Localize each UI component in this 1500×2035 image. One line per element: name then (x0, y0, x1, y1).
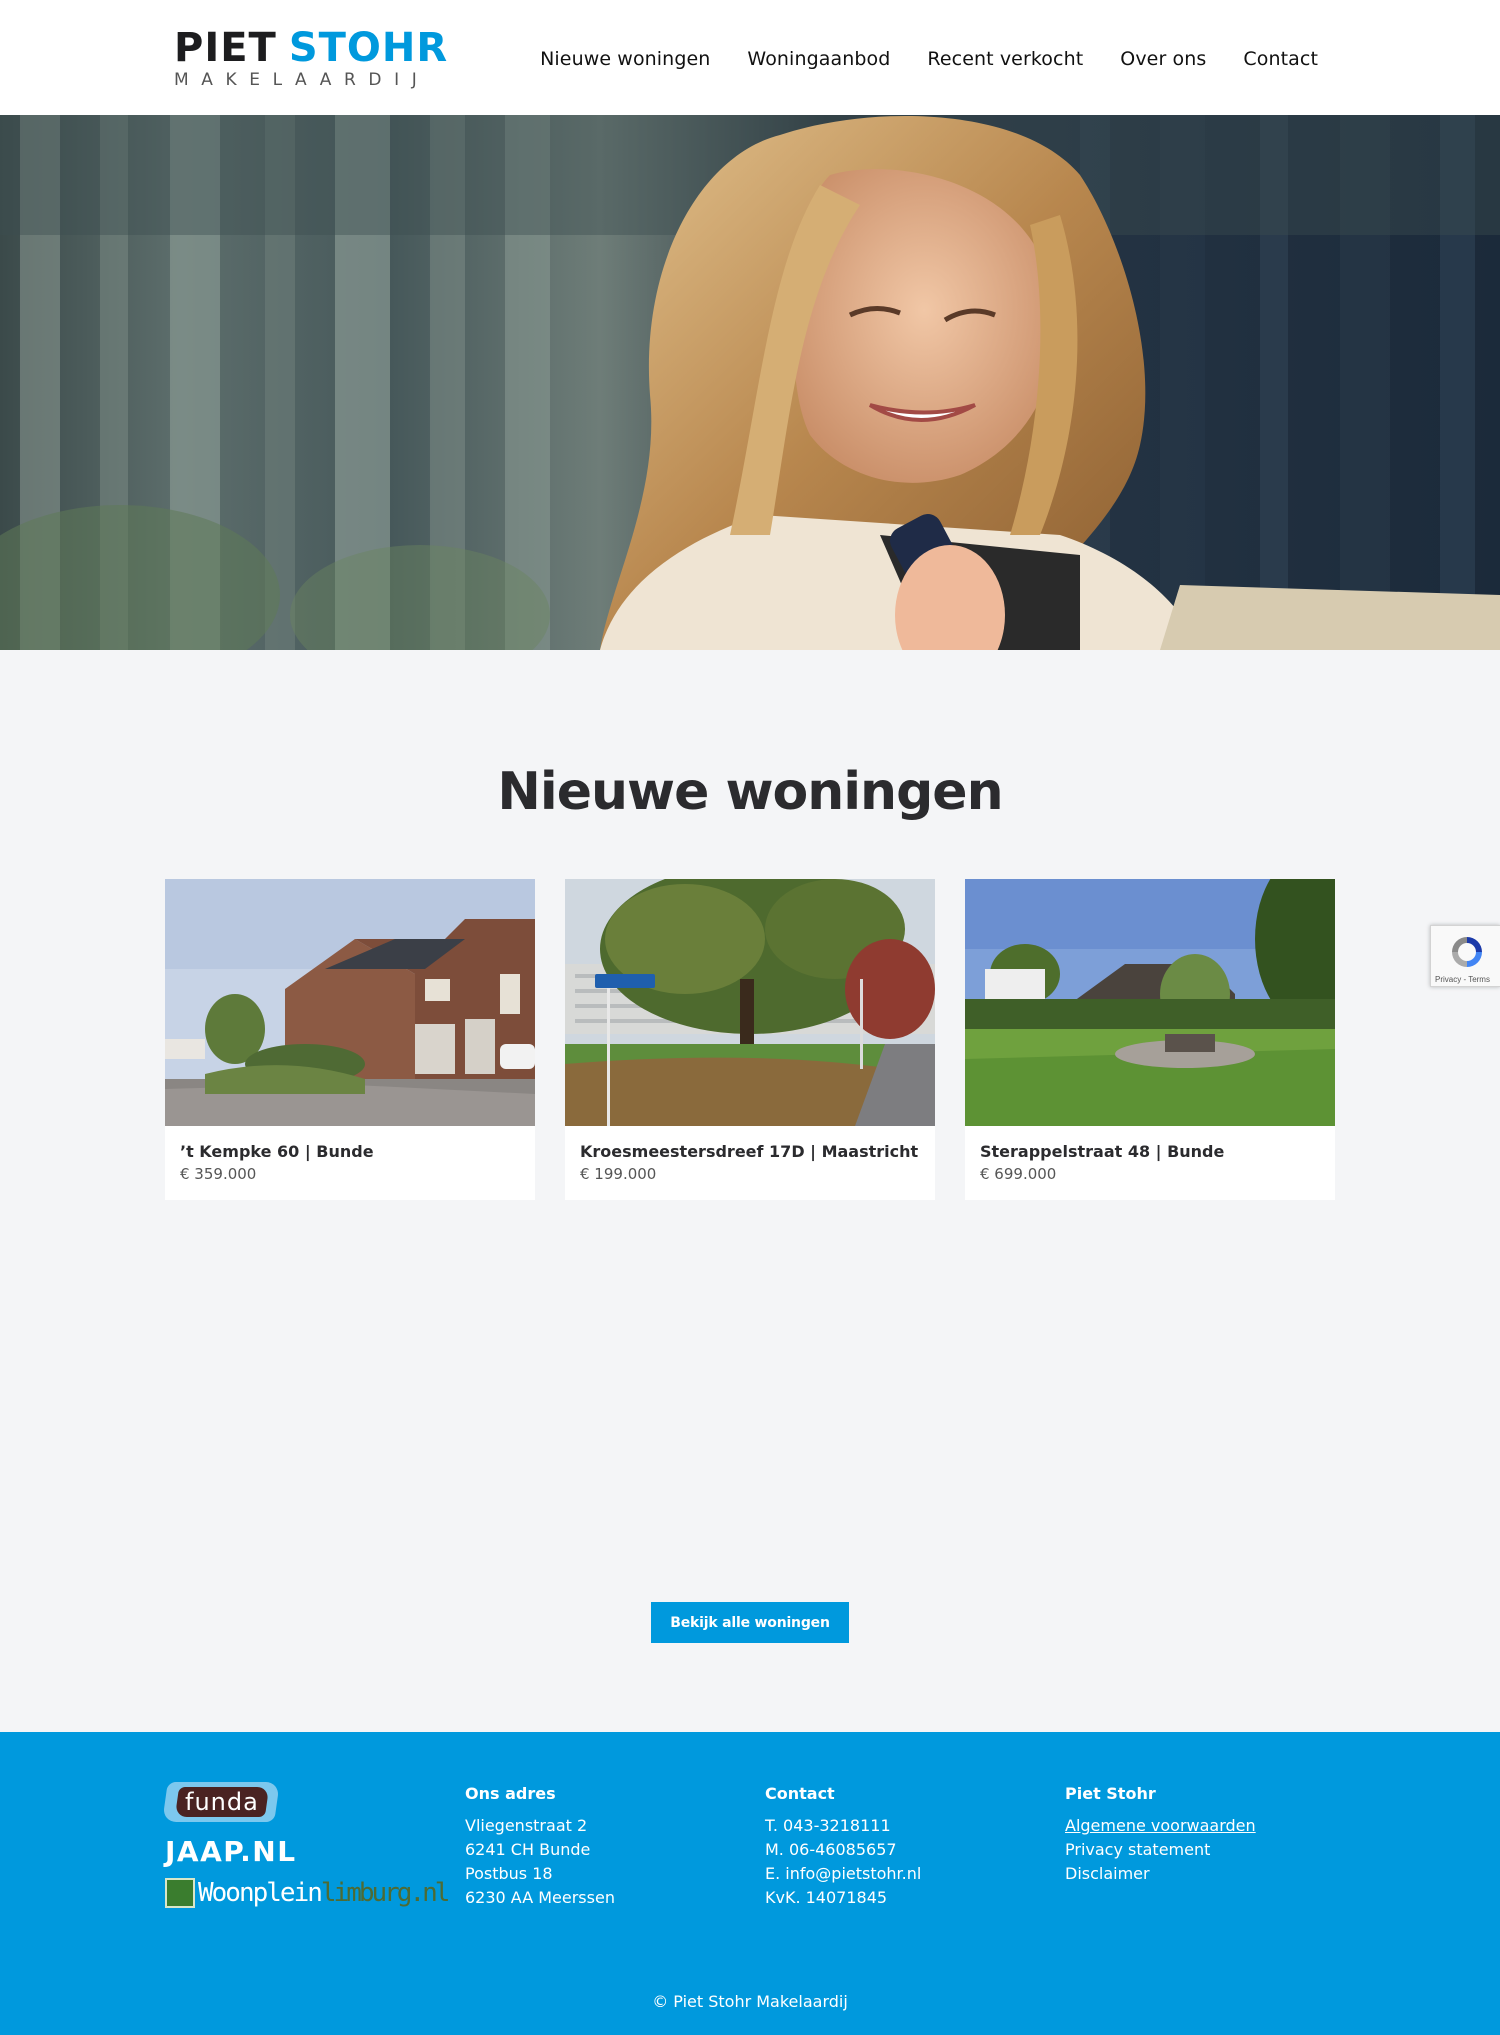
listing-address[interactable]: Sterappelstraat 48 | Bunde (980, 1142, 1320, 1162)
house-icon (165, 1878, 195, 1908)
link-disclaimer[interactable]: Disclaimer (1065, 1862, 1256, 1886)
footer-address-heading: Ons adres (465, 1784, 556, 1803)
footer-contact: Contact T. 043-3218111 M. 06-46085657 E.… (765, 1784, 921, 1910)
jaap-logo[interactable]: JAAP.NL (165, 1835, 447, 1868)
footer-address: Ons adres Vliegenstraat 2 6241 CH Bunde … (465, 1784, 615, 1910)
contact-phone[interactable]: T. 043-3218111 (765, 1814, 921, 1838)
recaptcha-icon (1452, 937, 1482, 967)
address-line: Vliegenstraat 2 (465, 1816, 588, 1835)
woonplein-logo[interactable]: Woonplein limburg.nl (165, 1878, 451, 1908)
woonplein-text: Woonplein (198, 1878, 323, 1908)
footer-contact-heading: Contact (765, 1784, 835, 1803)
address-line: 6230 AA Meerssen (465, 1888, 615, 1907)
listing-card[interactable]: Sterappelstraat 48 | Bunde € 699.000 (965, 879, 1335, 1200)
link-privacy-statement[interactable]: Privacy statement (1065, 1838, 1256, 1862)
nav-contact[interactable]: Contact (1243, 48, 1318, 70)
contact-email[interactable]: E. info@pietstohr.nl (765, 1862, 921, 1886)
funda-logo[interactable]: funda (162, 1782, 280, 1822)
listing-price: € 699.000 (980, 1165, 1057, 1183)
address-line: 6241 CH Bunde (465, 1840, 591, 1859)
hero-image (0, 115, 1500, 650)
footer-company-heading: Piet Stohr (1065, 1784, 1156, 1803)
recaptcha-links[interactable]: Privacy - Terms (1435, 975, 1490, 984)
copyright: © Piet Stohr Makelaardij (652, 1992, 848, 2011)
site-footer: funda JAAP.NL Woonplein limburg.nl Ons ad… (0, 1732, 1500, 2035)
listing-card[interactable]: Kroesmeestersdreef 17D | Maastricht € 19… (565, 879, 935, 1200)
listing-card[interactable]: ’t Kempke 60 | Bunde € 359.000 (165, 879, 535, 1200)
recaptcha-badge[interactable]: Privacy - Terms (1430, 925, 1500, 987)
listing-photo[interactable] (565, 879, 935, 1126)
partner-logos: funda JAAP.NL Woonplein limburg.nl (162, 1782, 451, 1908)
listing-address[interactable]: ’t Kempke 60 | Bunde (180, 1142, 520, 1162)
nav-recent-verkocht[interactable]: Recent verkocht (927, 48, 1083, 70)
main-nav: Nieuwe woningen Woningaanbod Recent verk… (540, 48, 1318, 70)
section-title: Nieuwe woningen (497, 762, 1003, 822)
logo-subtitle: MAKELAARDIJ (174, 70, 430, 90)
nav-nieuwe-woningen[interactable]: Nieuwe woningen (540, 48, 710, 70)
nav-woningaanbod[interactable]: Woningaanbod (747, 48, 890, 70)
logo-word-piet: PIET (174, 25, 277, 71)
logo-word-stohr: STOHR (288, 25, 449, 71)
listing-price: € 199.000 (580, 1165, 657, 1183)
hero-illustration (0, 115, 1500, 650)
footer-company: Piet Stohr Algemene voorwaarden Privacy … (1065, 1784, 1256, 1886)
listing-price: € 359.000 (180, 1165, 257, 1183)
listing-photo[interactable] (965, 879, 1335, 1126)
funda-logo-text: funda (185, 1788, 259, 1816)
listing-cards: ’t Kempke 60 | Bunde € 359.000 Kroesmees… (165, 879, 1335, 1200)
listing-photo[interactable] (165, 879, 535, 1126)
woonplein-text-suffix: limburg.nl (320, 1878, 451, 1908)
contact-mobile[interactable]: M. 06-46085657 (765, 1838, 921, 1862)
address-line: Postbus 18 (465, 1864, 553, 1883)
link-algemene-voorwaarden[interactable]: Algemene voorwaarden (1065, 1814, 1256, 1838)
site-header: PIET STOHR MAKELAARDIJ Nieuwe woningen W… (0, 0, 1500, 115)
site-logo[interactable]: PIET STOHR MAKELAARDIJ (174, 25, 447, 90)
nav-over-ons[interactable]: Over ons (1120, 48, 1206, 70)
view-all-listings-button[interactable]: Bekijk alle woningen (651, 1602, 849, 1643)
listing-address[interactable]: Kroesmeestersdreef 17D | Maastricht (580, 1142, 920, 1162)
contact-kvk: KvK. 14071845 (765, 1888, 888, 1907)
